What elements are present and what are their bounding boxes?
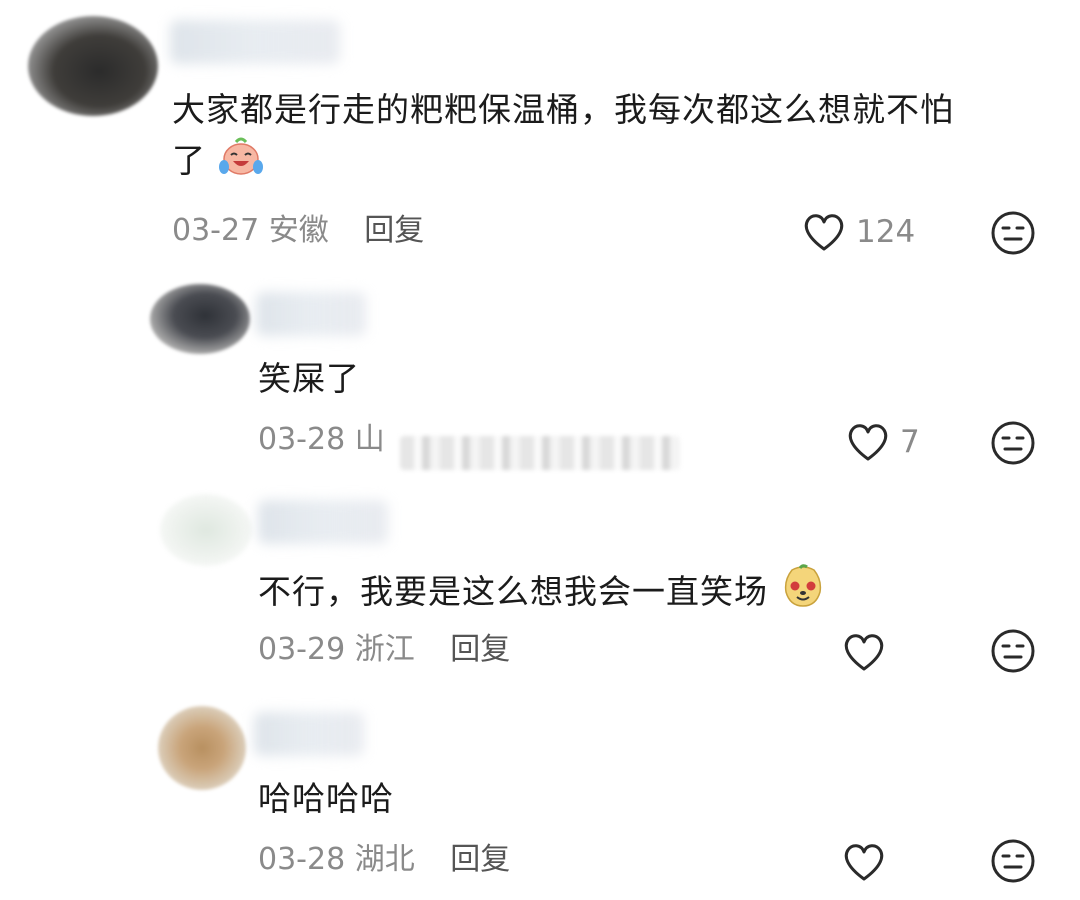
comment-date: 03-27 bbox=[172, 213, 260, 248]
comment-text: 大家都是行走的粑粑保温桶，我每次都这么想就不怕 了 bbox=[172, 86, 1052, 191]
comment-text: 不行，我要是这么想我会一直笑场 bbox=[258, 564, 826, 623]
comment-text: 哈哈哈哈 bbox=[258, 775, 394, 823]
dislike-button[interactable] bbox=[990, 210, 1036, 260]
heart-outline-icon bbox=[844, 844, 884, 881]
avatar[interactable] bbox=[160, 494, 252, 566]
comment-date: 03-28 bbox=[258, 842, 346, 877]
crying-laughing-emoji-icon bbox=[218, 134, 264, 191]
avatar[interactable] bbox=[158, 706, 246, 790]
like-count: 124 bbox=[856, 214, 916, 250]
like-button[interactable]: 124 bbox=[802, 212, 915, 252]
avatar[interactable] bbox=[150, 284, 250, 354]
comment-meta: 03-28 山 bbox=[258, 420, 385, 460]
comment-date: 03-28 bbox=[258, 422, 346, 457]
neutral-face-icon bbox=[991, 839, 1035, 883]
comment-text-line: 了 bbox=[172, 141, 206, 180]
comment-text-line: 笑屎了 bbox=[258, 359, 360, 398]
username-redacted[interactable] bbox=[258, 500, 388, 544]
redacted-overlay bbox=[400, 436, 680, 470]
dislike-button[interactable] bbox=[990, 628, 1036, 678]
avatar[interactable] bbox=[28, 16, 158, 116]
neutral-face-icon bbox=[991, 421, 1035, 465]
like-button[interactable] bbox=[842, 842, 896, 882]
heart-outline-icon bbox=[804, 214, 844, 251]
comment-meta: 03-27 安徽 回复 bbox=[172, 211, 424, 251]
comment-text-line: 不行，我要是这么想我会一直笑场 bbox=[258, 572, 768, 611]
reply-button[interactable]: 回复 bbox=[450, 842, 510, 877]
comment-region: 湖北 bbox=[354, 842, 415, 877]
heart-outline-icon bbox=[848, 424, 888, 461]
laughing-dog-emoji-icon bbox=[780, 564, 826, 623]
neutral-face-icon bbox=[991, 211, 1035, 255]
comment-region: 安徽 bbox=[268, 213, 329, 248]
comment-date: 03-29 bbox=[258, 632, 346, 667]
comment-text-line: 哈哈哈哈 bbox=[258, 779, 394, 818]
reply-button[interactable]: 回复 bbox=[364, 213, 424, 248]
like-button[interactable]: 7 bbox=[846, 422, 920, 462]
comment-meta: 03-29 浙江 回复 bbox=[258, 630, 510, 670]
username-redacted[interactable] bbox=[170, 20, 340, 64]
dislike-button[interactable] bbox=[990, 420, 1036, 470]
comment-region: 山 bbox=[354, 422, 385, 457]
neutral-face-icon bbox=[991, 629, 1035, 673]
reply-button[interactable]: 回复 bbox=[450, 632, 510, 667]
comment-meta: 03-28 湖北 回复 bbox=[258, 840, 510, 880]
comment-text-line: 大家都是行走的粑粑保温桶，我每次都这么想就不怕 bbox=[172, 90, 954, 129]
comment-region: 浙江 bbox=[354, 632, 415, 667]
heart-outline-icon bbox=[844, 634, 884, 671]
username-redacted[interactable] bbox=[256, 292, 366, 336]
like-button[interactable] bbox=[842, 632, 896, 672]
username-redacted[interactable] bbox=[254, 712, 364, 756]
like-count: 7 bbox=[900, 424, 920, 460]
dislike-button[interactable] bbox=[990, 838, 1036, 888]
comment-text: 笑屎了 bbox=[258, 355, 360, 403]
